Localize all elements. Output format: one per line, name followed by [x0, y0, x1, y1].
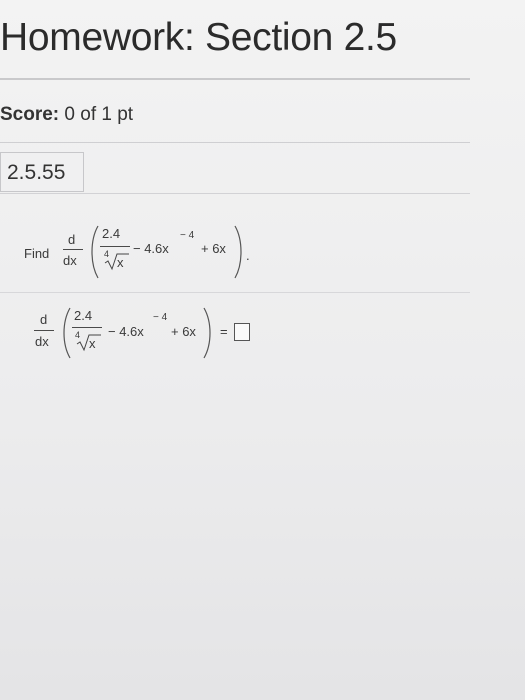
- radicand: x: [117, 255, 124, 270]
- answer-radicand: x: [89, 336, 96, 351]
- term-3: + 6x: [201, 241, 226, 256]
- inner-fraction-bar: [100, 246, 130, 247]
- answer-right-paren-icon: [203, 307, 211, 359]
- prompt-find-word: Find: [24, 246, 50, 261]
- answer-derivative-bar: [34, 330, 54, 331]
- derivative-fraction-bar: [63, 249, 83, 250]
- answer-exponent: − 4: [153, 312, 168, 323]
- answer-term-2: − 4.6x: [108, 324, 144, 339]
- answer-numerator: 2.4: [74, 308, 93, 323]
- answer-d: d: [40, 312, 48, 327]
- answer-term-3: + 6x: [171, 324, 196, 339]
- exponent: − 4: [180, 230, 195, 241]
- term-2: − 4.6x: [133, 241, 169, 256]
- answer-line: d dx 2.4 4 x − 4.6x − 4 + 6x =: [0, 290, 525, 400]
- fraction-numerator: 2.4: [102, 226, 121, 241]
- question-prompt: Find d dx 2.4 4 x − 4.6x − 4 + 6x .: [0, 0, 525, 290]
- answer-dx: dx: [35, 334, 49, 349]
- equals-sign: =: [220, 324, 228, 339]
- answer-inner-fraction-bar: [72, 327, 102, 328]
- derivative-numerator-d: d: [68, 232, 76, 247]
- answer-left-paren-icon: [63, 307, 71, 359]
- derivative-denominator-dx: dx: [63, 253, 77, 268]
- right-paren-icon: [234, 225, 242, 279]
- left-paren-icon: [91, 225, 99, 279]
- end-punctuation: .: [246, 248, 250, 263]
- answer-input-box[interactable]: [234, 323, 250, 341]
